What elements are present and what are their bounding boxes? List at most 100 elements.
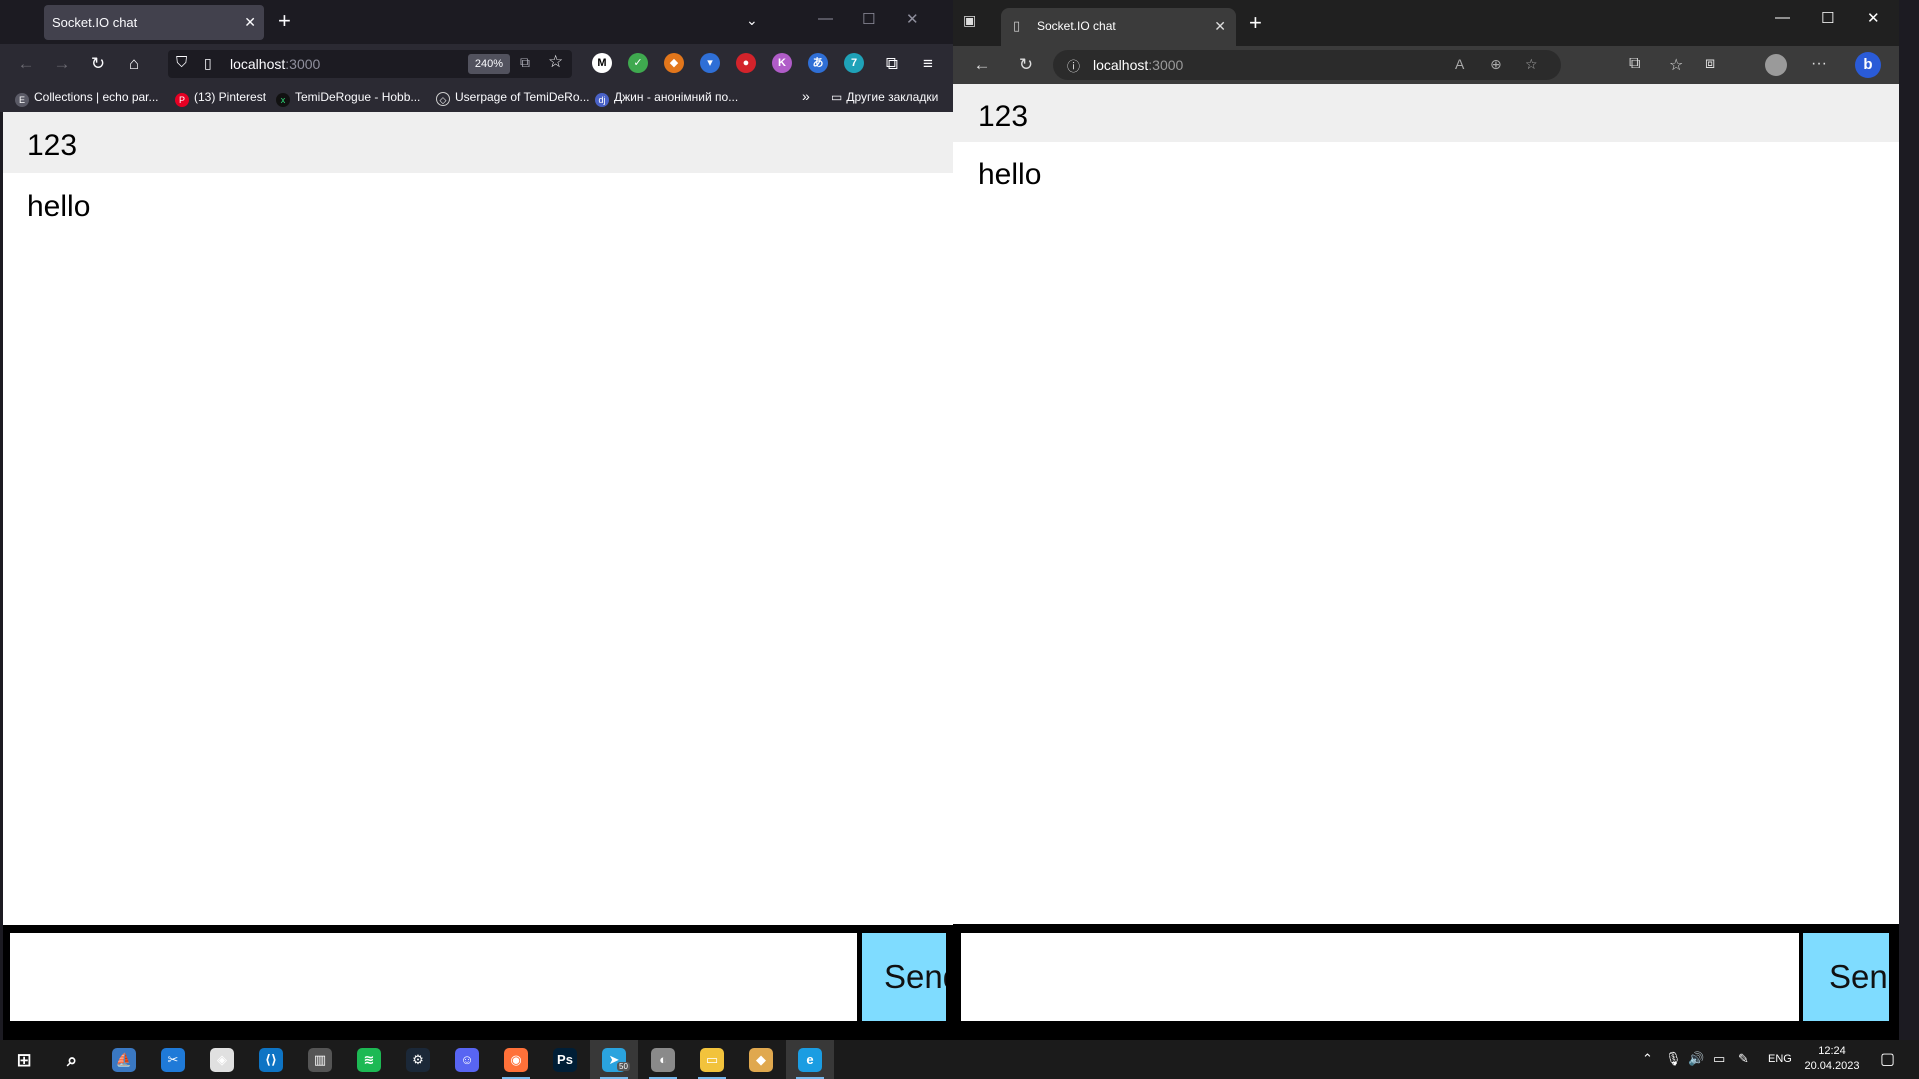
zoom-level-badge[interactable]: 240% bbox=[468, 54, 510, 74]
tab-list-icon[interactable]: ⌄ bbox=[746, 12, 758, 29]
read-aloud-icon[interactable]: A bbox=[1455, 56, 1464, 72]
back-icon[interactable]: ← bbox=[970, 53, 994, 77]
bookmark-item[interactable]: P (13) Pinterest bbox=[175, 90, 266, 107]
bookmarks-overflow-icon[interactable]: » bbox=[802, 88, 810, 104]
search-button[interactable]: ⌕ bbox=[48, 1040, 96, 1079]
start-button[interactable]: ⊞ bbox=[0, 1040, 48, 1079]
explorer-app-icon: ⛵ bbox=[112, 1048, 136, 1072]
shield-app-icon: ◐ bbox=[651, 1048, 675, 1072]
metamask-icon[interactable]: ◆ bbox=[664, 53, 684, 73]
messages-list: 123 hello bbox=[953, 84, 1899, 200]
spotify-app-button[interactable]: ≋ bbox=[345, 1040, 393, 1079]
djinni-icon: dj bbox=[595, 93, 609, 107]
new-tab-button[interactable]: + bbox=[278, 8, 291, 34]
page-icon: ▯ bbox=[204, 55, 212, 71]
photoshop-app-button[interactable]: Ps bbox=[541, 1040, 589, 1079]
extensions-icon[interactable]: ⧉ bbox=[1629, 55, 1640, 73]
steam-app-icon: ⚙ bbox=[406, 1048, 430, 1072]
show-hidden-icons-icon[interactable]: ⌃ bbox=[1642, 1051, 1653, 1067]
notifications-icon[interactable]: ▢ bbox=[1880, 1049, 1895, 1069]
snip-app-icon: ✂ bbox=[161, 1048, 185, 1072]
reload-icon[interactable]: ↻ bbox=[1014, 53, 1038, 77]
menu-icon[interactable]: ≡ bbox=[916, 52, 940, 76]
extension-k-icon[interactable]: K bbox=[772, 53, 792, 73]
telegram-app-button[interactable]: ➤ 50 bbox=[590, 1040, 638, 1079]
zoom-icon[interactable]: ⊕ bbox=[1490, 56, 1502, 73]
explorer-app-button[interactable]: ⛵ bbox=[100, 1040, 148, 1079]
close-tab-icon[interactable]: ✕ bbox=[1214, 8, 1226, 44]
firefox-tabstrip: Socket.IO chat ✕ + ⌄ — ☐ ✕ bbox=[0, 0, 953, 44]
pen-icon[interactable]: ✎ bbox=[1738, 1051, 1749, 1067]
favorites-icon[interactable]: ☆ bbox=[1669, 55, 1683, 75]
collections-icon[interactable]: ⧈ bbox=[1705, 55, 1715, 73]
translate-extension-icon[interactable]: あ bbox=[808, 53, 828, 73]
firefox-tab[interactable]: Socket.IO chat ✕ bbox=[44, 5, 264, 40]
close-window-icon[interactable]: ✕ bbox=[1867, 9, 1880, 27]
close-window-icon[interactable]: ✕ bbox=[906, 10, 919, 28]
bookmark-item[interactable]: x TemiDeRogue - Hobb... bbox=[276, 90, 420, 107]
translate-icon[interactable]: ⧉ bbox=[520, 54, 530, 71]
bookmark-item[interactable]: dj Джин - анонімний по... bbox=[595, 90, 738, 107]
new-tab-button[interactable]: + bbox=[1249, 10, 1262, 36]
folder-icon: ▭ bbox=[831, 90, 843, 104]
microphone-icon[interactable]: 🎙 bbox=[1665, 1051, 1682, 1067]
url-text[interactable]: localhost:3000 bbox=[1093, 57, 1183, 73]
add-favorite-icon[interactable]: ☆ bbox=[1525, 56, 1538, 73]
maximize-icon[interactable]: ☐ bbox=[862, 10, 875, 28]
address-bar[interactable]: ⛉ ▯ localhost:3000 240% ⧉ ☆ bbox=[168, 50, 572, 78]
message-input[interactable] bbox=[961, 933, 1799, 1021]
spotify-app-icon: ≋ bbox=[357, 1048, 381, 1072]
bookmark-item[interactable]: ◇ Userpage of TemiDeRo... bbox=[436, 90, 590, 106]
vscode-app-button[interactable]: ⟨⟩ bbox=[247, 1040, 295, 1079]
address-bar[interactable]: ⓘ localhost:3000 A ⊕ ☆ bbox=[1053, 50, 1561, 80]
hobbyx-icon: x bbox=[276, 93, 290, 107]
extension-lock-icon[interactable]: ● bbox=[736, 53, 756, 73]
bookmark-item[interactable]: E Collections | echo par... bbox=[15, 90, 159, 107]
other-bookmarks-folder[interactable]: ▭ Другие закладки bbox=[831, 90, 938, 104]
message-input[interactable] bbox=[10, 933, 857, 1021]
clock[interactable]: 12:24 20.04.2023 bbox=[1804, 1044, 1860, 1074]
network-icon[interactable]: ▭ bbox=[1713, 1051, 1725, 1067]
message-item: 123 bbox=[3, 112, 953, 173]
discord-app-button[interactable]: ☺ bbox=[443, 1040, 491, 1079]
home-icon[interactable]: ⌂ bbox=[122, 52, 146, 76]
discord-app-icon: ☺ bbox=[455, 1048, 479, 1072]
collections-icon: E bbox=[15, 93, 29, 107]
language-indicator[interactable]: ENG bbox=[1768, 1053, 1792, 1065]
extensions-puzzle-icon[interactable]: ⧉ bbox=[880, 52, 904, 76]
minimize-icon[interactable]: — bbox=[818, 10, 833, 27]
forward-icon[interactable]: → bbox=[50, 52, 74, 76]
more-options-icon[interactable]: ··· bbox=[1811, 55, 1827, 73]
files-app-button[interactable]: ▭ bbox=[688, 1040, 736, 1079]
back-icon[interactable]: ← bbox=[14, 52, 38, 76]
maximize-icon[interactable]: ☐ bbox=[1821, 9, 1834, 27]
extension-7-icon[interactable]: 7 bbox=[844, 53, 864, 73]
app-button[interactable]: ▥ bbox=[296, 1040, 344, 1079]
send-button[interactable]: Send bbox=[862, 933, 946, 1021]
volume-icon[interactable]: 🔊 bbox=[1688, 1051, 1704, 1067]
steam-app-button[interactable]: ⚙ bbox=[394, 1040, 442, 1079]
send-button[interactable]: Send bbox=[1803, 933, 1889, 1021]
edge-app-button[interactable]: e bbox=[786, 1040, 834, 1079]
reload-icon[interactable]: ↻ bbox=[86, 52, 110, 76]
snip-app-button[interactable]: ✂ bbox=[149, 1040, 197, 1079]
profile-avatar[interactable] bbox=[1765, 54, 1787, 76]
bookmark-star-icon[interactable]: ☆ bbox=[548, 52, 563, 72]
extension-shield-icon[interactable]: ✓ bbox=[628, 53, 648, 73]
extension-bitwarden-icon[interactable]: ▾ bbox=[700, 53, 720, 73]
url-text[interactable]: localhost:3000 bbox=[230, 56, 320, 72]
firefox-app-button[interactable]: ◉ bbox=[492, 1040, 540, 1079]
bing-icon[interactable]: b bbox=[1855, 52, 1881, 78]
close-tab-icon[interactable]: ✕ bbox=[244, 5, 256, 40]
git-app-button[interactable]: ◆ bbox=[737, 1040, 785, 1079]
shield-app-button[interactable]: ◐ bbox=[639, 1040, 687, 1079]
vscode-app-icon: ⟨⟩ bbox=[259, 1048, 283, 1072]
extension-m-icon[interactable]: M bbox=[592, 53, 612, 73]
minimize-icon[interactable]: — bbox=[1775, 9, 1790, 26]
unity-app-button[interactable]: ◈ bbox=[198, 1040, 246, 1079]
tab-actions-icon[interactable]: ▣ bbox=[963, 12, 976, 29]
site-info-icon[interactable]: ⓘ bbox=[1067, 56, 1080, 75]
git-app-icon: ◆ bbox=[749, 1048, 773, 1072]
tracking-shield-icon[interactable]: ⛉ bbox=[176, 54, 187, 71]
edge-tab[interactable]: ▯ Socket.IO chat ✕ bbox=[1001, 8, 1236, 46]
